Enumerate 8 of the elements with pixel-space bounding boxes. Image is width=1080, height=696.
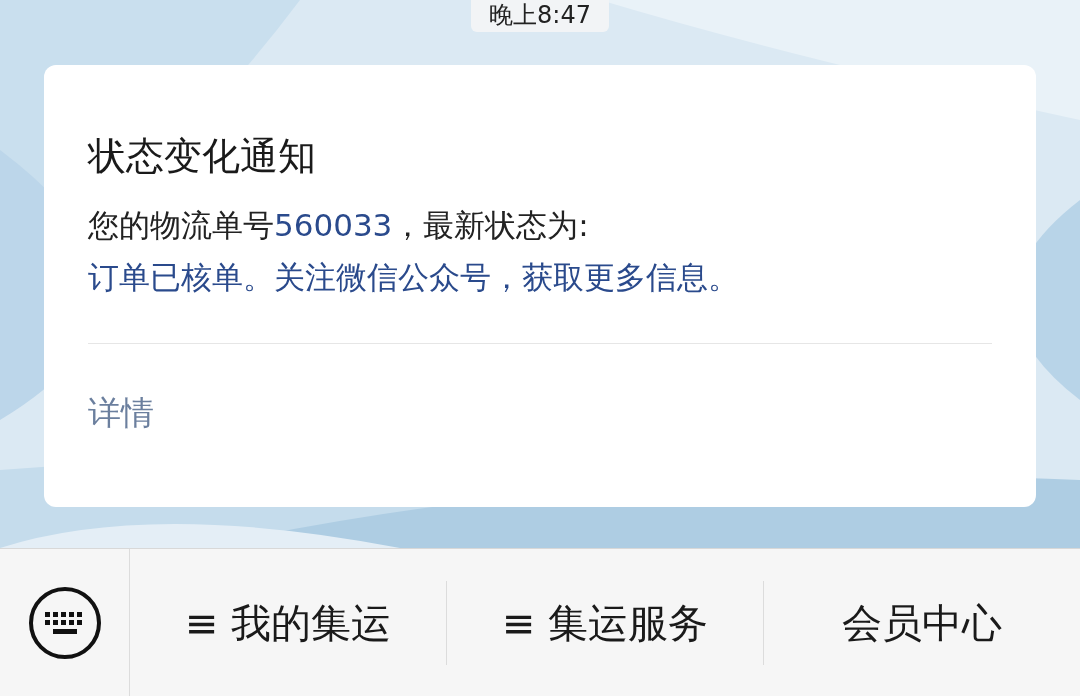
menu-tab[interactable]: ≡ 我的集运 — [130, 580, 447, 665]
timestamp: 晚上8:47 — [471, 0, 609, 32]
status-message: 您的物流单号560033，最新状态为: 订单已核单。关注微信公众号，获取更多信息。 — [88, 206, 740, 297]
keyboard-icon — [27, 585, 102, 660]
card-title: 状态变化通知 — [88, 133, 317, 180]
details-link[interactable]: 详情 — [88, 388, 154, 438]
menu-tab[interactable]: 会员中心 — [764, 580, 1080, 665]
menu-tab[interactable]: ≡ 集运服务 — [447, 580, 764, 665]
